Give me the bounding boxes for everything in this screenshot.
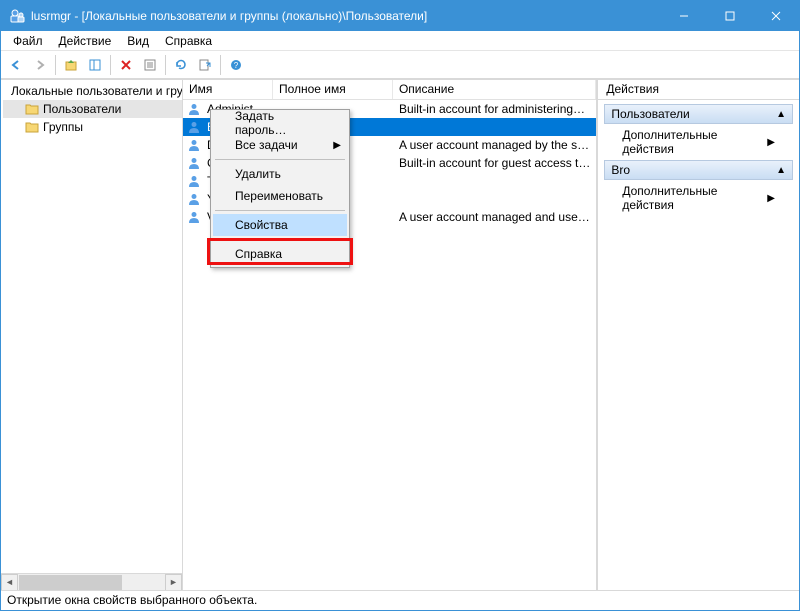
- minimize-button[interactable]: [661, 1, 707, 31]
- submenu-icon: ▶: [767, 137, 775, 148]
- svg-text:?: ?: [234, 61, 239, 70]
- user-icon: [187, 120, 201, 134]
- context-menu-item[interactable]: Все задачи▶: [213, 134, 347, 156]
- user-icon: [187, 210, 201, 224]
- cell-description: Built-in account for administering…: [393, 102, 596, 116]
- menu-view[interactable]: Вид: [119, 32, 157, 50]
- scroll-track[interactable]: [18, 574, 165, 591]
- user-icon: [187, 174, 201, 188]
- context-menu-item[interactable]: Задать пароль…: [213, 112, 347, 134]
- tree-body[interactable]: Локальные пользователи и группы Пользова…: [1, 80, 182, 573]
- app-window: lusrmgr - [Локальные пользователи и груп…: [0, 0, 800, 611]
- scroll-right-button[interactable]: ►: [165, 574, 182, 591]
- action-more-selected[interactable]: Дополнительные действия ▶: [604, 180, 793, 216]
- tree-item-label: Пользователи: [43, 102, 121, 116]
- help-button[interactable]: ?: [225, 54, 247, 76]
- show-hide-tree-button[interactable]: [84, 54, 106, 76]
- title-bar: lusrmgr - [Локальные пользователи и груп…: [1, 1, 799, 31]
- menu-file[interactable]: Файл: [5, 32, 51, 50]
- main-panes: Локальные пользователи и группы Пользова…: [1, 79, 799, 590]
- context-menu-item[interactable]: Удалить: [213, 163, 347, 185]
- menu-help[interactable]: Справка: [157, 32, 220, 50]
- col-description[interactable]: Описание: [393, 80, 596, 99]
- maximize-button[interactable]: [707, 1, 753, 31]
- context-menu: Задать пароль…Все задачи▶ УдалитьПереимен…: [210, 109, 350, 268]
- action-label: Дополнительные действия: [622, 184, 767, 212]
- list-header: Имя Полное имя Описание: [183, 80, 596, 100]
- context-menu-item[interactable]: Переименовать: [213, 185, 347, 207]
- actions-pane: Действия Пользователи ▲ Дополнительные д…: [597, 80, 799, 590]
- col-name[interactable]: Имя: [183, 80, 273, 99]
- app-icon: [9, 8, 25, 24]
- action-group-label: Пользователи: [611, 107, 689, 121]
- menu-action[interactable]: Действие: [51, 32, 120, 50]
- forward-button[interactable]: [29, 54, 51, 76]
- menu-separator: [215, 239, 345, 240]
- up-button[interactable]: [60, 54, 82, 76]
- folder-icon: [25, 121, 39, 133]
- context-menu-item[interactable]: Свойства: [213, 214, 347, 236]
- context-menu-item[interactable]: Справка: [213, 243, 347, 265]
- action-more-users[interactable]: Дополнительные действия ▶: [604, 124, 793, 160]
- tree-item-label: Группы: [43, 120, 83, 134]
- collapse-icon: ▲: [776, 165, 786, 176]
- export-list-button[interactable]: [194, 54, 216, 76]
- tree-hscrollbar[interactable]: ◄ ►: [1, 573, 182, 590]
- user-icon: [187, 138, 201, 152]
- toolbar-separator: [165, 55, 166, 75]
- col-fullname[interactable]: Полное имя: [273, 80, 393, 99]
- folder-icon: [25, 103, 39, 115]
- tree-root-label: Локальные пользователи и группы: [11, 84, 182, 98]
- tree-pane: Локальные пользователи и группы Пользова…: [1, 80, 183, 590]
- toolbar-separator: [220, 55, 221, 75]
- user-icon: [187, 192, 201, 206]
- menu-separator: [215, 159, 345, 160]
- toolbar-separator: [110, 55, 111, 75]
- tree-root[interactable]: Локальные пользователи и группы: [3, 82, 182, 100]
- actions-body: Пользователи ▲ Дополнительные действия ▶…: [598, 100, 799, 220]
- delete-button[interactable]: [115, 54, 137, 76]
- scroll-left-button[interactable]: ◄: [1, 574, 18, 591]
- user-icon: [187, 102, 201, 116]
- cell-description: A user account managed by the s…: [393, 138, 596, 152]
- cell-description: Built-in account for guest access t…: [393, 156, 596, 170]
- back-button[interactable]: [5, 54, 27, 76]
- status-bar: Открытие окна свойств выбранного объекта…: [1, 590, 799, 610]
- submenu-icon: ▶: [333, 140, 341, 151]
- menu-separator: [215, 210, 345, 211]
- tree-item-groups[interactable]: Группы: [3, 118, 182, 136]
- properties-button[interactable]: [139, 54, 161, 76]
- tree-item-users[interactable]: Пользователи: [3, 100, 182, 118]
- actions-title: Действия: [598, 80, 799, 100]
- close-button[interactable]: [753, 1, 799, 31]
- action-label: Дополнительные действия: [622, 128, 767, 156]
- toolbar-separator: [55, 55, 56, 75]
- collapse-icon: ▲: [776, 109, 786, 120]
- action-group-label: Bro: [611, 163, 630, 177]
- toolbar: ?: [1, 51, 799, 79]
- refresh-button[interactable]: [170, 54, 192, 76]
- action-group-selected[interactable]: Bro ▲: [604, 160, 793, 180]
- menu-bar: Файл Действие Вид Справка: [1, 31, 799, 51]
- action-group-users[interactable]: Пользователи ▲: [604, 104, 793, 124]
- user-icon: [187, 156, 201, 170]
- window-title: lusrmgr - [Локальные пользователи и груп…: [31, 9, 661, 23]
- submenu-icon: ▶: [767, 193, 775, 204]
- scroll-thumb[interactable]: [19, 575, 122, 590]
- cell-description: A user account managed and use…: [393, 210, 596, 224]
